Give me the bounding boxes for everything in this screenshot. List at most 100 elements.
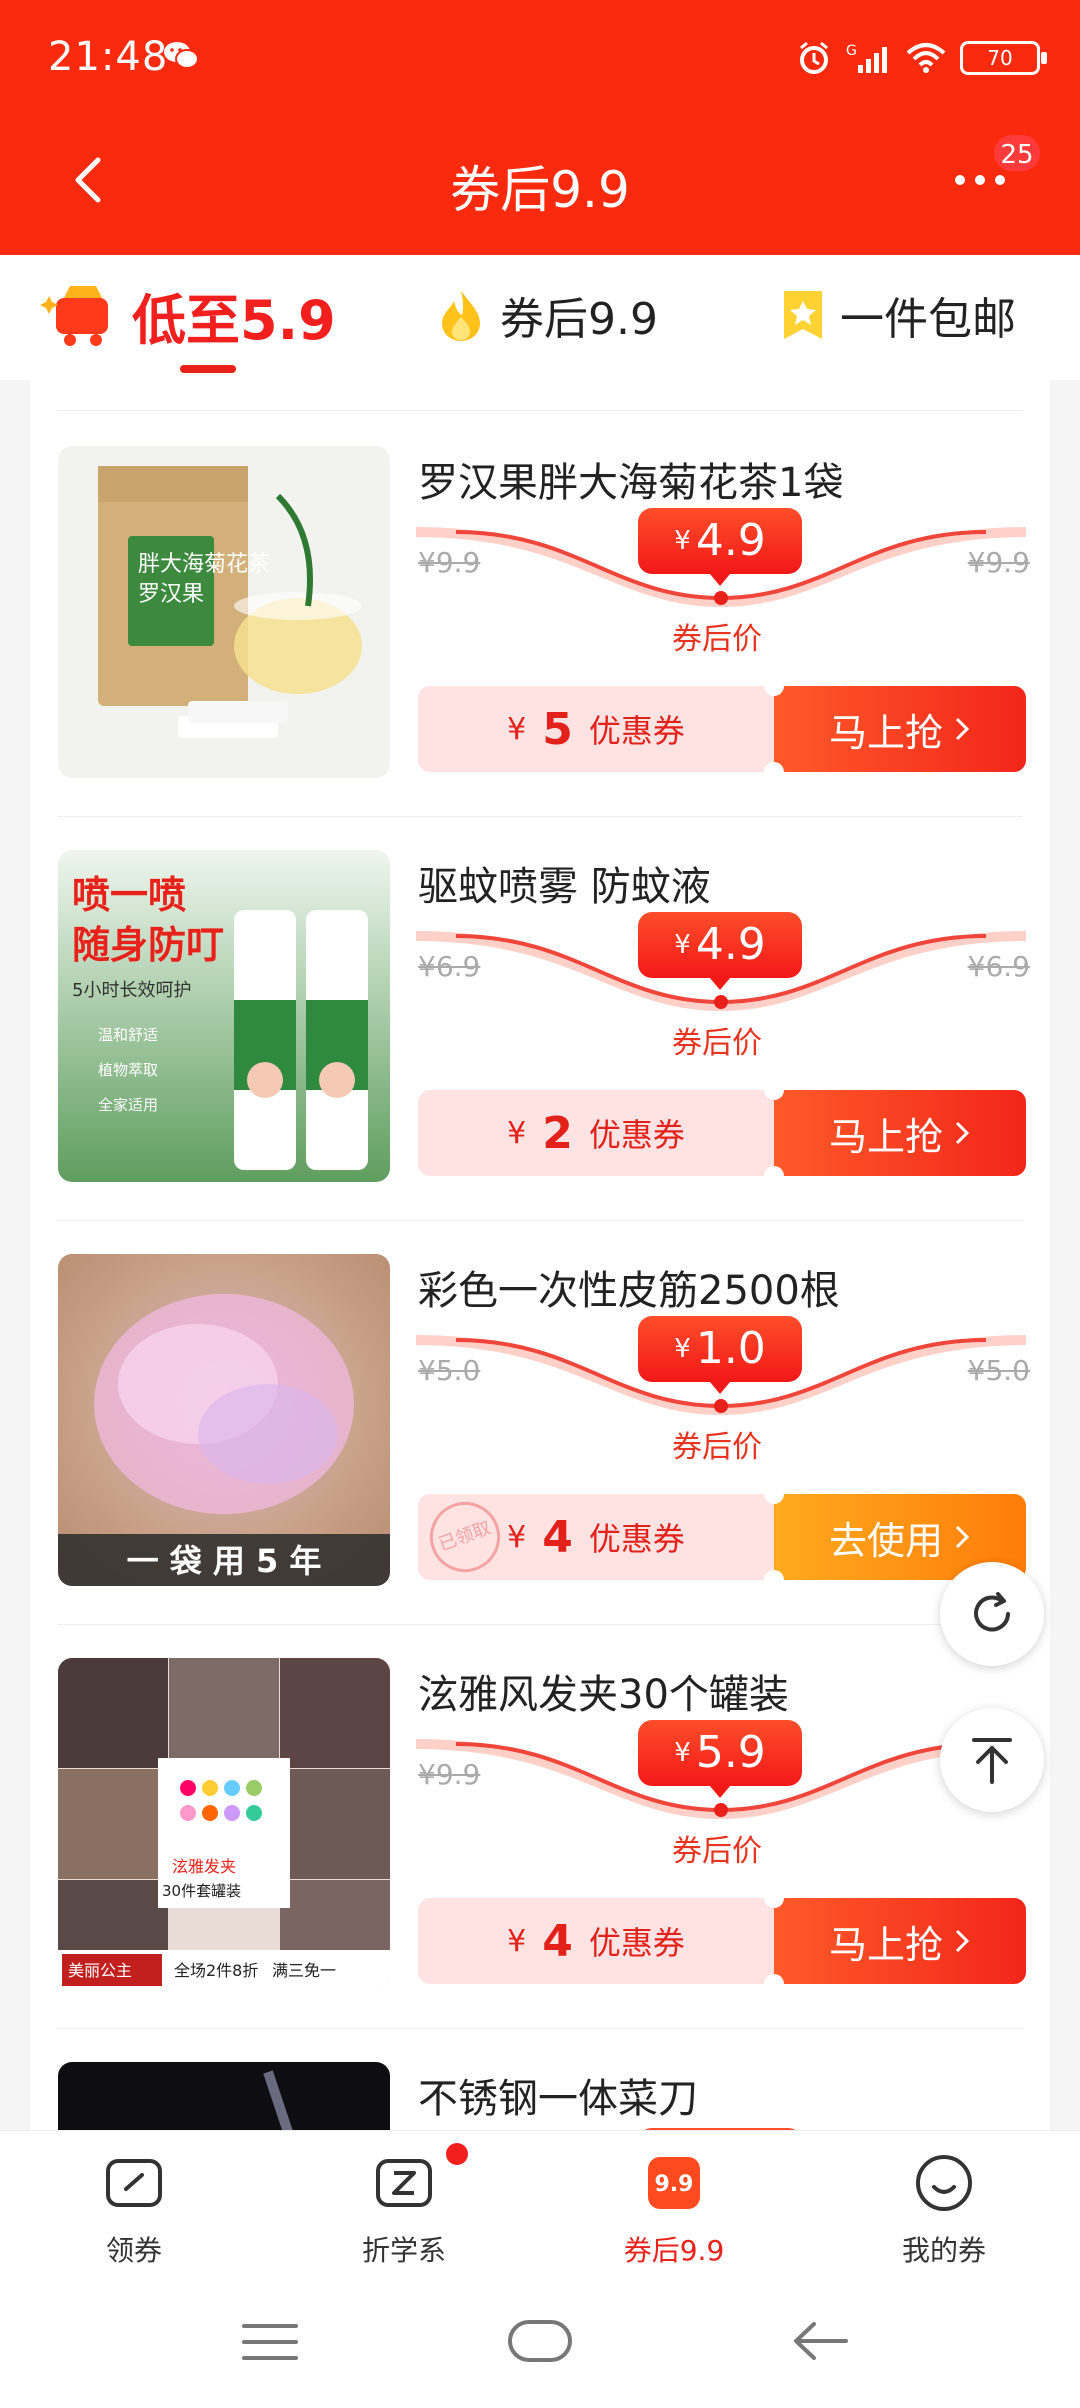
bottom-navigation: 领券 折学系 9.9 券后9.9 我的券 [0, 2130, 1080, 2280]
back-nav-icon[interactable] [790, 2316, 850, 2366]
original-price: ¥9.9 [418, 1758, 481, 1791]
home-icon[interactable] [506, 2316, 574, 2366]
product-list: 胖大海菊花茶 罗汉果 罗汉果胖大海菊花茶1袋 ¥9.9 ¥9.9 ¥ 4.9 券… [30, 380, 1050, 2130]
coupon-bar[interactable]: ¥ 5 优惠券 马上抢 [418, 686, 1026, 772]
original-price: ¥9.9 [967, 546, 1030, 579]
wechat-icon [164, 42, 199, 69]
original-price: ¥5.0 [418, 1354, 481, 1387]
coupon-text: 优惠券 [588, 712, 685, 750]
coupon-price-tag: ¥ 5.9 [638, 1720, 802, 1798]
product-image-text: 美丽公主 [68, 1961, 132, 1980]
back-to-top-button[interactable] [940, 1708, 1044, 1812]
status-icons: G 70 [796, 38, 1047, 78]
product-image-text: 30件套罐装 [162, 1882, 241, 1900]
nav-label: 领券 [105, 2234, 162, 2267]
use-button-label: 去使用 [828, 1518, 943, 1563]
coupon-info: ¥ 5 优惠券 [418, 686, 774, 772]
coupon-bar[interactable]: 已领取 ¥ 4 优惠券 去使用 [418, 1494, 1026, 1580]
product-card[interactable]: 胖大海菊花茶 罗汉果 罗汉果胖大海菊花茶1袋 ¥9.9 ¥9.9 ¥ 4.9 券… [30, 446, 1050, 846]
coupon-info: ¥ 4 优惠券 [418, 1898, 774, 1984]
nav-after-coupon-99[interactable]: 9.9 券后9.9 [574, 2151, 774, 2269]
coupon-currency: ¥ [507, 1923, 527, 1959]
star-ribbon-icon [784, 291, 822, 339]
chevron-right-icon [955, 1121, 970, 1145]
refresh-button[interactable] [940, 1562, 1044, 1666]
grab-button[interactable]: 马上抢 [774, 1090, 1026, 1176]
coupon-bar[interactable]: ¥ 2 优惠券 马上抢 [418, 1090, 1026, 1176]
coupon-info: 已领取 ¥ 4 优惠券 [418, 1494, 774, 1580]
nav-my-coupons[interactable]: 我的券 [844, 2151, 1044, 2269]
grab-button-label: 马上抢 [828, 1922, 943, 1967]
product-title[interactable]: 驱蚊喷雾 防蚊液 [418, 854, 711, 912]
price-currency: ¥ [674, 526, 691, 556]
wifi-icon [906, 43, 946, 73]
product-image[interactable]: 胖大海菊花茶 罗汉果 [58, 446, 390, 778]
nine-nine-badge-icon: 9.9 [648, 2157, 700, 2209]
chevron-right-icon [955, 1525, 970, 1549]
tab-after-coupon[interactable]: 券后9.9 [436, 275, 658, 355]
product-card[interactable]: 喷一喷 随身防叮 5小时长效呵护 温和舒适 植物萃取 全家适用 驱蚊喷雾 防蚊液 [30, 850, 1050, 1250]
category-tabs: 低至5.9 券后9.9 一件包邮 [0, 255, 1080, 380]
price-currency: ¥ [674, 1738, 691, 1768]
after-coupon-label: 券后价 [672, 1026, 762, 1061]
product-image-text: 胖大海菊花茶 [138, 552, 270, 577]
price-value: 4.9 [695, 919, 766, 970]
product-title[interactable]: 罗汉果胖大海菊花茶1袋 [418, 450, 843, 508]
product-card[interactable]: 不锈钢一体菜刀 [30, 2062, 1050, 2130]
nav-label: 券后9.9 [623, 2234, 725, 2267]
tab-low-price[interactable]: 低至5.9 [40, 275, 336, 355]
product-image-text: 罗汉果 [138, 582, 204, 607]
coupon-currency: ¥ [507, 711, 527, 747]
status-time: 21:48 [48, 34, 169, 80]
tab-label: 券后9.9 [500, 294, 658, 345]
divider [58, 816, 1022, 817]
coupon-amount: 2 [542, 1107, 573, 1159]
nav-get-coupons[interactable]: 领券 [34, 2151, 234, 2269]
arrow-up-to-top-icon [972, 1738, 1012, 1784]
coupon-amount: 4 [542, 1915, 573, 1967]
after-coupon-label: 券后价 [672, 1430, 762, 1465]
after-coupon-label: 券后价 [672, 622, 762, 657]
coupon-bar[interactable]: ¥ 4 优惠券 马上抢 [418, 1898, 1026, 1984]
signal-icon: G [846, 43, 887, 73]
coupon-price-tag: ¥ 1.0 [638, 1316, 802, 1394]
product-image-text: 随身防叮 [72, 923, 224, 967]
product-title[interactable]: 泫雅风发夹30个罐装 [418, 1662, 789, 1720]
coupon-price-tag: ¥ 4.9 [638, 508, 802, 586]
status-bar: 21:48 G 70 [0, 0, 1080, 120]
product-card[interactable]: 一 袋 用 5 年 彩色一次性皮筋2500根 ¥5.0 ¥5.0 ¥ 1.0 券… [30, 1254, 1050, 1654]
battery-indicator: 70 [960, 41, 1047, 75]
coupon-text: 优惠券 [588, 1520, 685, 1558]
chevron-right-icon [955, 1929, 970, 1953]
grab-button[interactable]: 马上抢 [774, 1898, 1026, 1984]
coupon-currency: ¥ [507, 1115, 527, 1151]
product-image-text: 喷一喷 [72, 873, 186, 917]
product-image-text: 满三免一 [272, 1961, 336, 1980]
nav-discount-school[interactable]: 折学系 [304, 2143, 504, 2269]
notification-badge: 25 [992, 133, 1042, 173]
product-title[interactable]: 彩色一次性皮筋2500根 [418, 1258, 840, 1316]
tab-label: 低至5.9 [132, 288, 336, 352]
chevron-right-icon [955, 717, 970, 741]
coupon-amount: 4 [542, 1511, 573, 1563]
divider [58, 410, 1022, 411]
cart-sparkle-icon [40, 286, 108, 346]
divider [58, 2028, 1022, 2029]
product-card[interactable]: 泫雅发夹 30件套罐装 美丽公主 全场2件8折 满三免一 泫雅风发夹30个罐装 … [30, 1658, 1050, 2058]
product-image[interactable]: 喷一喷 随身防叮 5小时长效呵护 温和舒适 植物萃取 全家适用 [58, 850, 390, 1182]
price-currency: ¥ [674, 930, 691, 960]
system-navigation-bar [0, 2280, 1080, 2408]
product-image[interactable]: 泫雅发夹 30件套罐装 美丽公主 全场2件8折 满三免一 [58, 1658, 390, 1990]
product-image-text: 5小时长效呵护 [72, 980, 191, 1001]
grab-button-label: 马上抢 [828, 710, 943, 755]
product-image-text: 泫雅发夹 [172, 1857, 236, 1876]
svg-text:9.9: 9.9 [655, 2172, 694, 2197]
product-image[interactable]: 一 袋 用 5 年 [58, 1254, 390, 1586]
tab-free-shipping[interactable]: 一件包邮 [780, 275, 1016, 355]
coupon-price-tag: ¥ 4.9 [638, 912, 802, 990]
price-currency: ¥ [674, 1334, 691, 1364]
menu-icon[interactable] [240, 2320, 300, 2364]
grab-button[interactable]: 马上抢 [774, 686, 1026, 772]
product-title[interactable]: 不锈钢一体菜刀 [418, 2066, 698, 2124]
product-image[interactable] [58, 2062, 390, 2130]
